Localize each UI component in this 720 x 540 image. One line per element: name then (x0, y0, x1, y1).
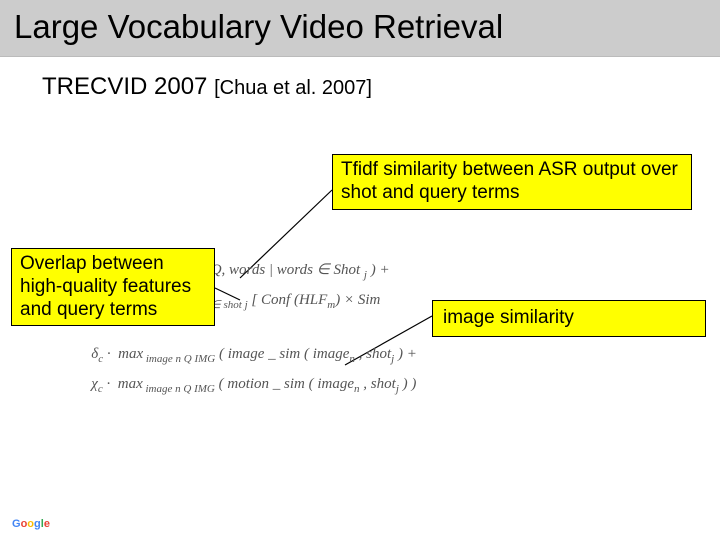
formula-line-4: χc · max image n Q IMG ( motion _ sim ( … (50, 372, 675, 399)
callout-overlap: Overlap between high-quality features an… (11, 248, 215, 326)
callout-image-sim: image similarity (432, 300, 706, 337)
callout-tfidf: Tfidf similarity between ASR output over… (332, 154, 692, 210)
subtitle-row: TRECVID 2007 [Chua et al. 2007] (0, 57, 720, 101)
google-logo: Google (12, 518, 50, 530)
citation: [Chua et al. 2007] (214, 77, 372, 99)
subtitle: TRECVID 2007 (42, 73, 214, 100)
formula-line-3: δc · max image n Q IMG ( image _ sim ( i… (50, 342, 675, 369)
slide-title: Large Vocabulary Video Retrieval (14, 8, 706, 46)
title-bar: Large Vocabulary Video Retrieval (0, 0, 720, 57)
